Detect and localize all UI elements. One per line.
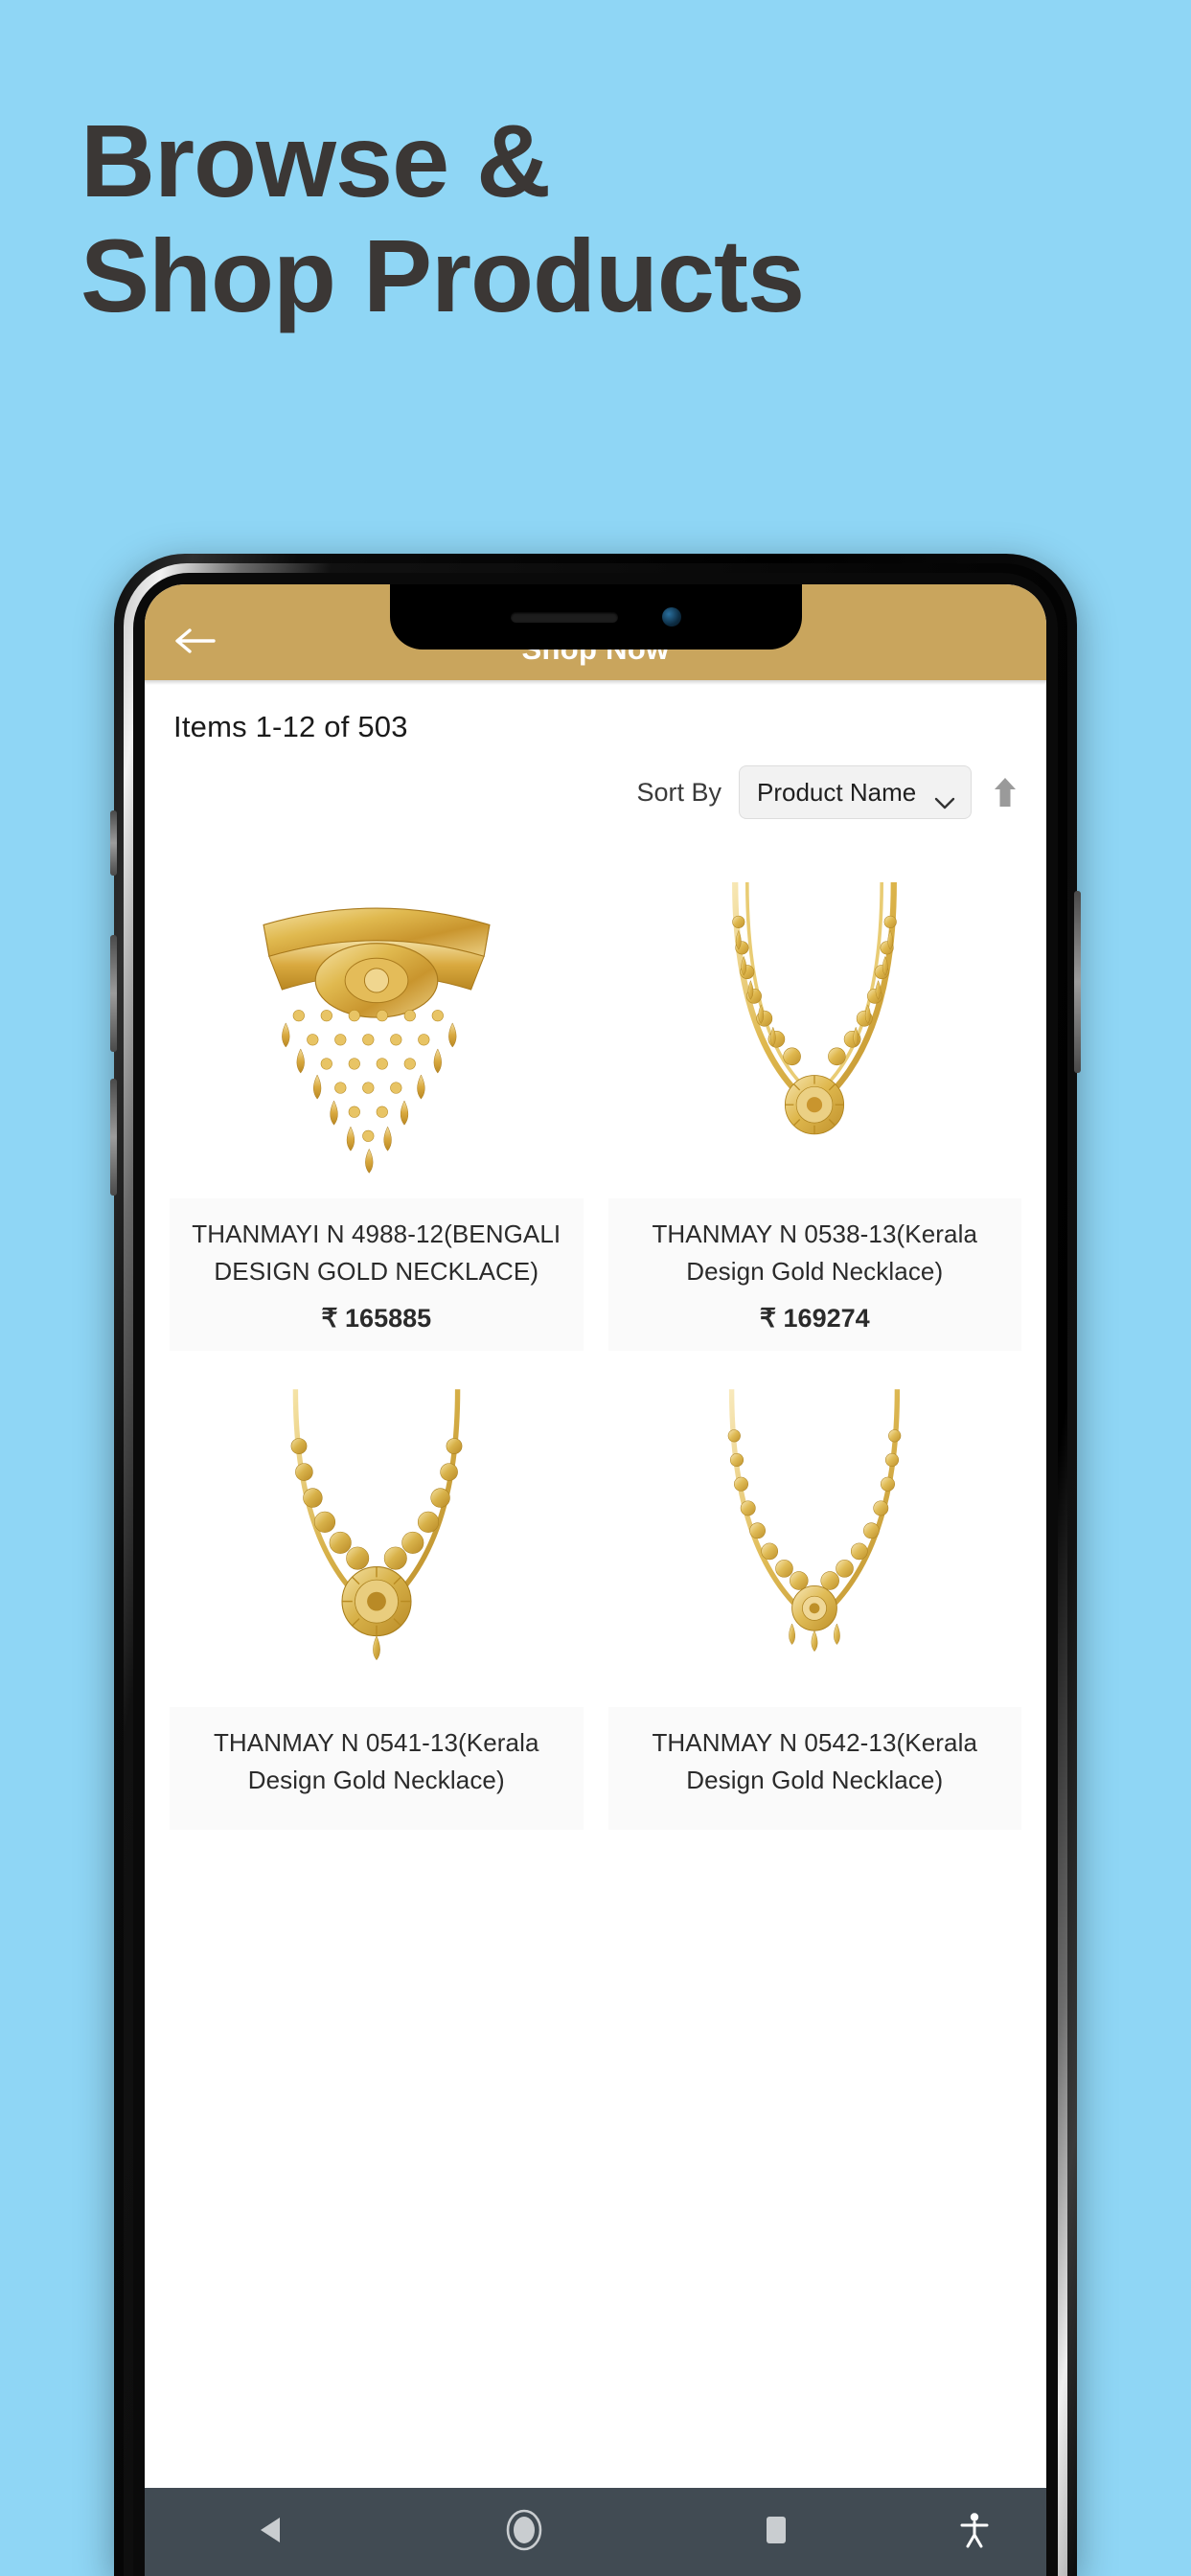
product-card[interactable]: THANMAY N 0538-13(Kerala Design Gold Nec… [607, 842, 1021, 1351]
product-price [608, 1799, 1022, 1812]
headline-line-1: Browse & [80, 103, 551, 218]
product-listing: Items 1-12 of 503 Sort By Product Name T… [145, 685, 1046, 2476]
sort-toolbar: Sort By Product Name [145, 744, 1046, 819]
accessibility-button[interactable] [903, 2512, 1046, 2553]
headline-line-2: Shop Products [80, 217, 805, 333]
volume-up-button[interactable] [110, 935, 117, 1052]
kerala-design-gold-necklace-0542-image [607, 1351, 1021, 1707]
page-title: Browse & Shop Products [80, 103, 1039, 333]
kerala-design-gold-necklace-0538-image [607, 842, 1021, 1198]
product-title: THANMAY N 0542-13(Kerala Design Gold Nec… [652, 1728, 978, 1794]
product-price [170, 1799, 584, 1812]
phone-notch [389, 584, 802, 650]
product-price: ₹ 165885 [321, 1304, 432, 1333]
back-arrow-icon[interactable] [173, 627, 216, 655]
sort-select[interactable]: Product Name [739, 765, 972, 819]
sort-select-value: Product Name [757, 777, 917, 807]
product-card[interactable]: THANMAY N 0542-13(Kerala Design Gold Nec… [607, 1351, 1022, 1830]
phone-mockup: Shop Now Items 1-12 of 503 Sort By Produ… [110, 554, 1081, 2576]
product-title: THANMAY N 0538-13(Kerala Design Gold Nec… [652, 1220, 978, 1286]
kerala-design-gold-necklace-0541-image [170, 1351, 584, 1707]
bengali-design-gold-necklace-image [170, 842, 584, 1198]
phone-screen: Shop Now Items 1-12 of 503 Sort By Produ… [145, 584, 1046, 2576]
accessibility-icon [960, 2512, 989, 2553]
silent-switch[interactable] [110, 810, 117, 876]
product-title: THANMAY N 0541-13(Kerala Design Gold Nec… [213, 1728, 539, 1794]
front-camera-icon [661, 607, 681, 627]
recents-button[interactable] [650, 2514, 903, 2551]
items-count-label: Items 1-12 of 503 [173, 710, 408, 743]
power-button[interactable] [1074, 891, 1081, 1073]
product-card[interactable]: THANMAYI N 4988-12(BENGALI DESIGN GOLD N… [170, 842, 584, 1351]
speaker-grille-icon [510, 611, 618, 623]
product-card[interactable]: THANMAY N 0541-13(Kerala Design Gold Nec… [170, 1351, 584, 1830]
sort-direction-button[interactable] [989, 773, 1021, 811]
chevron-down-icon [934, 786, 955, 809]
android-nav-bar [145, 2488, 1046, 2576]
volume-down-button[interactable] [110, 1079, 117, 1196]
circle-home-icon [505, 2509, 543, 2556]
home-button[interactable] [398, 2509, 651, 2556]
product-grid: THANMAYI N 4988-12(BENGALI DESIGN GOLD N… [145, 819, 1046, 1830]
product-price: ₹ 169274 [759, 1304, 870, 1333]
product-title: THANMAYI N 4988-12(BENGALI DESIGN GOLD N… [192, 1220, 561, 1286]
sort-by-label: Sort By [636, 777, 721, 807]
square-recents-icon [763, 2514, 790, 2551]
back-button[interactable] [145, 2515, 398, 2550]
triangle-back-icon [257, 2515, 286, 2550]
